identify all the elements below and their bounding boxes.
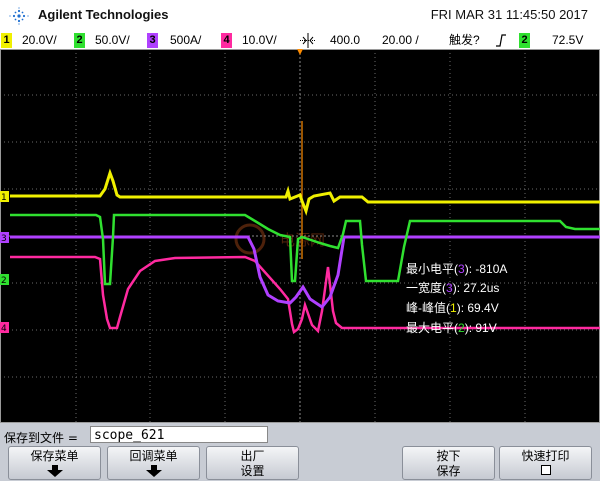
ch2-trace	[10, 213, 600, 286]
measurement-neg-width: 一宽度(3): 27.2us	[406, 281, 500, 295]
ch3-scale[interactable]: 500A/	[170, 33, 201, 48]
date-time: FRI MAR 31 11:45:50 2017	[430, 7, 588, 22]
ch4-scale[interactable]: 10.0V/	[242, 33, 277, 48]
ch2-badge[interactable]: 2	[74, 33, 85, 48]
ch3-badge[interactable]: 3	[147, 33, 158, 48]
timebase-value[interactable]: 20.00 /	[382, 33, 419, 48]
svg-text:2: 2	[1, 276, 7, 286]
waveform-display[interactable]: 电源网 1 2 3 4 最小电平(3): -810A 一宽度(3): 27.2u…	[0, 49, 600, 423]
delay-value[interactable]: 400.0	[330, 33, 360, 48]
save-to-file-label: 保存到文件 =	[4, 431, 78, 445]
measurement-min-level: 最小电平(3): -810A	[406, 262, 508, 276]
svg-text:4: 4	[1, 324, 7, 334]
rising-edge-icon	[496, 34, 506, 47]
arrow-down-icon	[146, 465, 162, 477]
trigger-source-badge[interactable]: 2	[519, 33, 530, 48]
factory-setup-label-line1: 出厂	[240, 449, 265, 463]
svg-text:1: 1	[1, 193, 7, 203]
press-to-save-button[interactable]: 按下 保存	[402, 446, 495, 480]
arrow-down-icon	[47, 465, 63, 477]
svg-text:3: 3	[1, 234, 7, 244]
quick-print-checkbox[interactable]	[541, 465, 551, 475]
ch2-ground-marker[interactable]: 2	[0, 274, 9, 286]
ch1-ground-marker[interactable]: 1	[0, 191, 9, 203]
softkey-panel: 保存到文件 = scope_621 保存菜单 回调菜单 出厂 设置 按下 保存 …	[0, 423, 600, 481]
quick-print-button[interactable]: 快速打印	[499, 446, 592, 480]
delay-icon	[300, 33, 316, 48]
save-menu-button[interactable]: 保存菜单	[8, 446, 101, 480]
ch1-scale[interactable]: 20.0V/	[22, 33, 57, 48]
recall-menu-label: 回调菜单	[129, 449, 178, 463]
factory-setup-label-line2: 设置	[240, 464, 265, 478]
ch1-trace	[10, 168, 600, 216]
ch3-ground-marker[interactable]: 3	[0, 232, 9, 244]
ch4-ground-marker[interactable]: 4	[0, 322, 9, 334]
measurement-pk-pk: 峰-峰值(1): 69.4V	[406, 301, 499, 315]
ch1-badge[interactable]: 1	[1, 33, 12, 48]
brand-name: Agilent Technologies	[38, 7, 169, 22]
title-bar: Agilent Technologies FRI MAR 31 11:45:50…	[0, 0, 600, 32]
waveform-canvas: 电源网 1 2 3 4	[0, 49, 600, 423]
quick-print-label: 快速打印	[521, 449, 570, 463]
agilent-logo-icon	[9, 7, 29, 25]
trigger-level[interactable]: 72.5V	[552, 33, 583, 48]
trigger-mode[interactable]: 触发?	[449, 33, 480, 48]
ch4-badge[interactable]: 4	[221, 33, 232, 48]
save-menu-label: 保存菜单	[30, 449, 79, 463]
filename-field[interactable]: scope_621	[90, 426, 268, 443]
channel-status-bar: 1 20.0V/ 2 50.0V/ 3 500A/ 4 10.0V/ 400.0…	[0, 32, 600, 49]
press-to-save-label-line1: 按下	[436, 449, 461, 463]
measurement-max-level: 最大电平(2): 91V	[406, 321, 497, 335]
ch4-trace	[10, 255, 600, 335]
press-to-save-label-line2: 保存	[436, 464, 461, 478]
ch2-scale[interactable]: 50.0V/	[95, 33, 130, 48]
factory-setup-button[interactable]: 出厂 设置	[206, 446, 299, 480]
recall-menu-button[interactable]: 回调菜单	[107, 446, 200, 480]
